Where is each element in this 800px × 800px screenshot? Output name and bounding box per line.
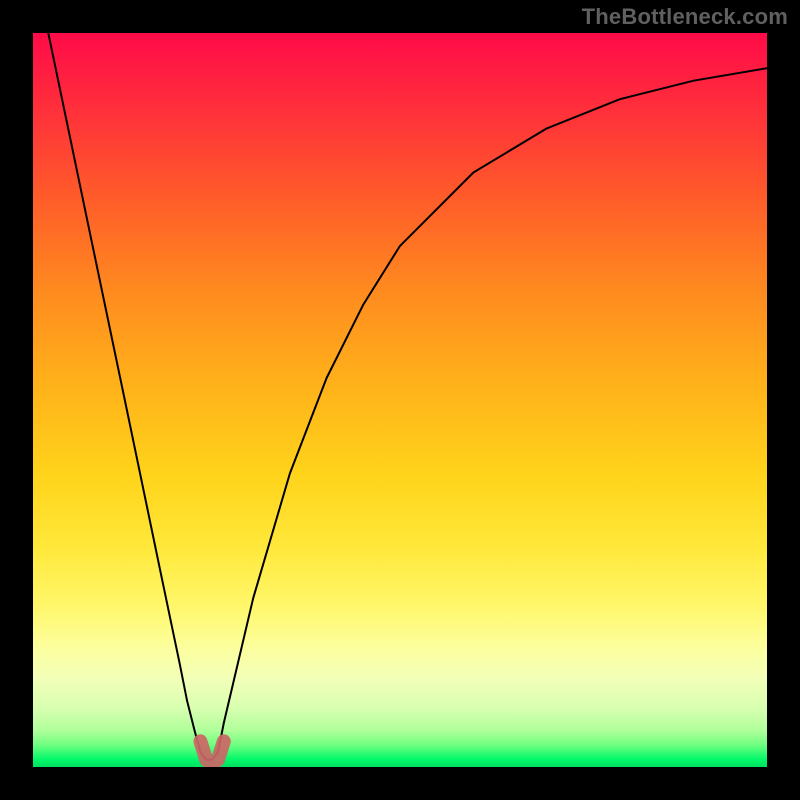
bottleneck-curve: [33, 33, 767, 760]
curve-svg: [33, 33, 767, 767]
bottom-marker: [200, 741, 223, 763]
plot-area: [33, 33, 767, 767]
chart-frame: TheBottleneck.com: [0, 0, 800, 800]
attribution-text: TheBottleneck.com: [582, 4, 788, 30]
